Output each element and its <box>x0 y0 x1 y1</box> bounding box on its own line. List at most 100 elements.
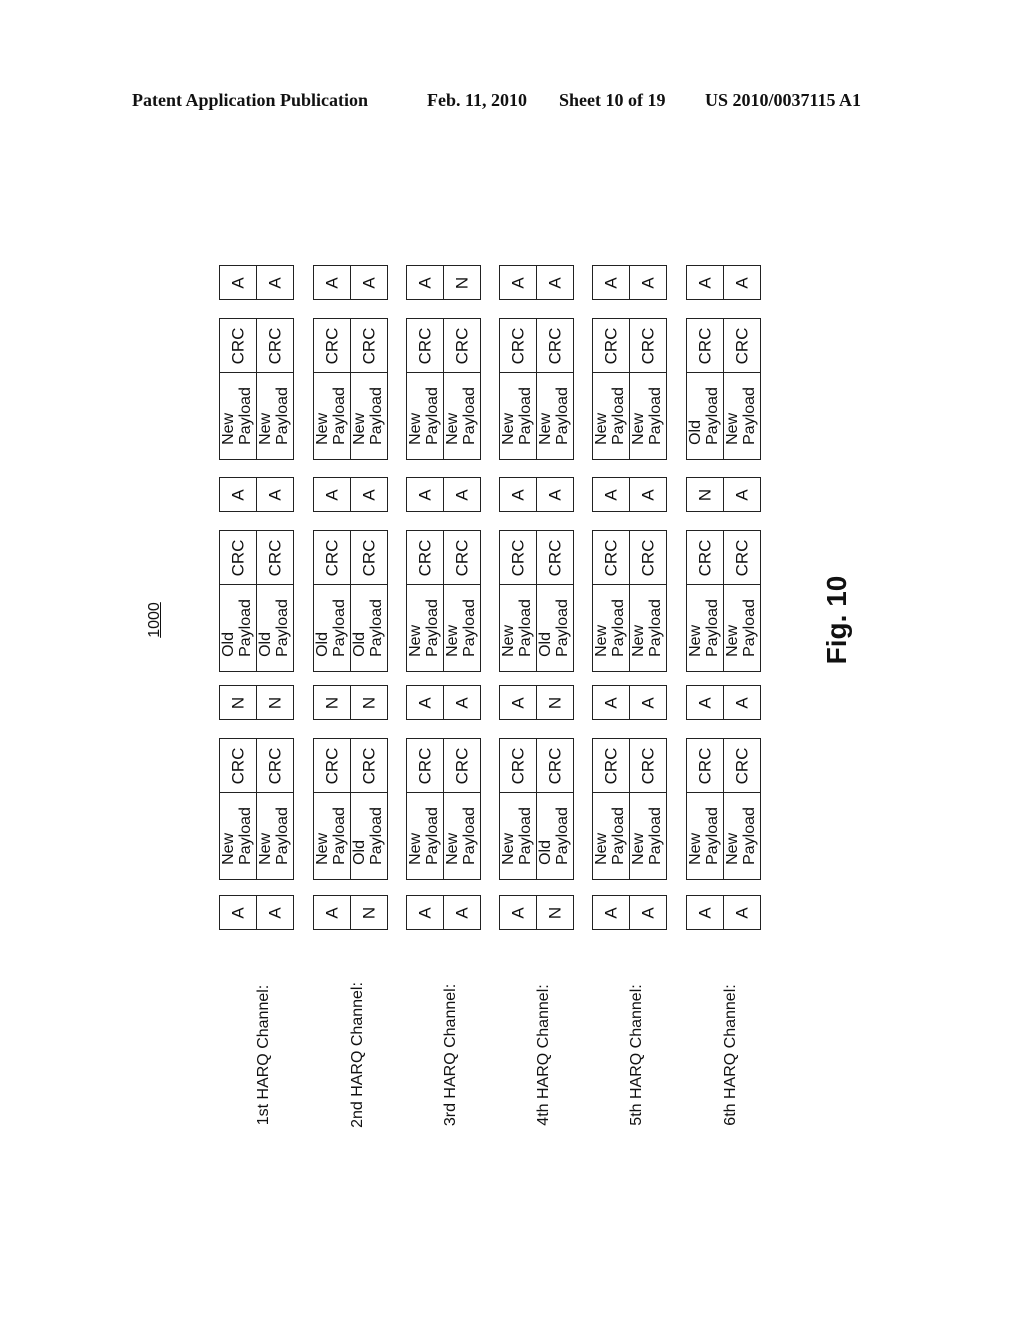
crc-field: CRC <box>219 318 257 373</box>
ack-box: A <box>256 477 294 512</box>
old-payload-field: Old Payload <box>536 792 574 880</box>
crc-field: CRC <box>686 738 724 793</box>
ack-box: A <box>499 477 537 512</box>
nack-box: N <box>686 477 724 512</box>
ack-box: A <box>686 265 724 300</box>
crc-field: CRC <box>219 738 257 793</box>
crc-field: CRC <box>406 738 444 793</box>
ack-box: A <box>350 477 388 512</box>
new-payload-field: New Payload <box>499 372 537 460</box>
crc-field: CRC <box>256 738 294 793</box>
ack-box: A <box>629 685 667 720</box>
ack-box: A <box>536 265 574 300</box>
ack-box: A <box>536 477 574 512</box>
old-payload-field: Old Payload <box>350 584 388 672</box>
ack-box: A <box>592 685 630 720</box>
crc-field: CRC <box>723 530 761 585</box>
crc-field: CRC <box>219 530 257 585</box>
nack-box: N <box>313 685 351 720</box>
nack-box: N <box>219 685 257 720</box>
new-payload-field: New Payload <box>406 372 444 460</box>
ack-box: A <box>443 477 481 512</box>
new-payload-field: New Payload <box>629 372 667 460</box>
new-payload-field: New Payload <box>313 792 351 880</box>
ack-box: A <box>499 685 537 720</box>
nack-box: N <box>350 895 388 930</box>
ack-box: A <box>313 895 351 930</box>
crc-field: CRC <box>313 738 351 793</box>
channel-label: 2nd HARQ Channel: <box>349 982 366 1128</box>
crc-field: CRC <box>443 318 481 373</box>
crc-field: CRC <box>499 530 537 585</box>
new-payload-field: New Payload <box>629 584 667 672</box>
old-payload-field: Old Payload <box>219 584 257 672</box>
ack-box: A <box>256 895 294 930</box>
crc-field: CRC <box>629 318 667 373</box>
new-payload-field: New Payload <box>406 792 444 880</box>
figure-reference-number: 1000 <box>146 602 163 638</box>
ack-box: A <box>686 685 724 720</box>
new-payload-field: New Payload <box>350 372 388 460</box>
crc-field: CRC <box>629 530 667 585</box>
crc-field: CRC <box>350 530 388 585</box>
crc-field: CRC <box>592 530 630 585</box>
ack-box: A <box>406 265 444 300</box>
crc-field: CRC <box>350 738 388 793</box>
new-payload-field: New Payload <box>443 372 481 460</box>
ack-box: A <box>499 265 537 300</box>
ack-box: A <box>313 477 351 512</box>
old-payload-field: Old Payload <box>313 584 351 672</box>
crc-field: CRC <box>443 738 481 793</box>
old-payload-field: Old Payload <box>536 584 574 672</box>
crc-field: CRC <box>406 318 444 373</box>
crc-field: CRC <box>499 318 537 373</box>
new-payload-field: New Payload <box>592 372 630 460</box>
new-payload-field: New Payload <box>406 584 444 672</box>
ack-box: A <box>219 895 257 930</box>
nack-box: N <box>536 685 574 720</box>
header-patent-number: US 2010/0037115 A1 <box>705 90 862 110</box>
crc-field: CRC <box>256 318 294 373</box>
ack-box: A <box>256 265 294 300</box>
ack-box: A <box>592 895 630 930</box>
crc-field: CRC <box>592 318 630 373</box>
crc-field: CRC <box>350 318 388 373</box>
ack-box: A <box>686 895 724 930</box>
new-payload-field: New Payload <box>723 584 761 672</box>
new-payload-field: New Payload <box>686 792 724 880</box>
new-payload-field: New Payload <box>723 372 761 460</box>
ack-box: A <box>499 895 537 930</box>
crc-field: CRC <box>406 530 444 585</box>
new-payload-field: New Payload <box>629 792 667 880</box>
ack-box: A <box>723 265 761 300</box>
ack-box: A <box>219 265 257 300</box>
figure-caption: Fig. 10 <box>821 575 852 665</box>
new-payload-field: New Payload <box>686 584 724 672</box>
new-payload-field: New Payload <box>219 792 257 880</box>
channel-label: 6th HARQ Channel: <box>722 984 739 1126</box>
crc-field: CRC <box>686 530 724 585</box>
new-payload-field: New Payload <box>723 792 761 880</box>
new-payload-field: New Payload <box>499 584 537 672</box>
ack-box: A <box>723 895 761 930</box>
nack-box: N <box>350 685 388 720</box>
old-payload-field: Old Payload <box>350 792 388 880</box>
ack-box: A <box>723 477 761 512</box>
crc-field: CRC <box>536 738 574 793</box>
crc-field: CRC <box>443 530 481 585</box>
new-payload-field: New Payload <box>256 792 294 880</box>
ack-box: A <box>723 685 761 720</box>
ack-box: A <box>406 895 444 930</box>
crc-field: CRC <box>629 738 667 793</box>
ack-box: A <box>443 685 481 720</box>
new-payload-field: New Payload <box>592 792 630 880</box>
ack-box: A <box>629 477 667 512</box>
new-payload-field: New Payload <box>499 792 537 880</box>
old-payload-field: Old Payload <box>256 584 294 672</box>
new-payload-field: New Payload <box>313 372 351 460</box>
ack-box: A <box>629 265 667 300</box>
nack-box: N <box>256 685 294 720</box>
nack-box: N <box>443 265 481 300</box>
nack-box: N <box>536 895 574 930</box>
ack-box: A <box>350 265 388 300</box>
